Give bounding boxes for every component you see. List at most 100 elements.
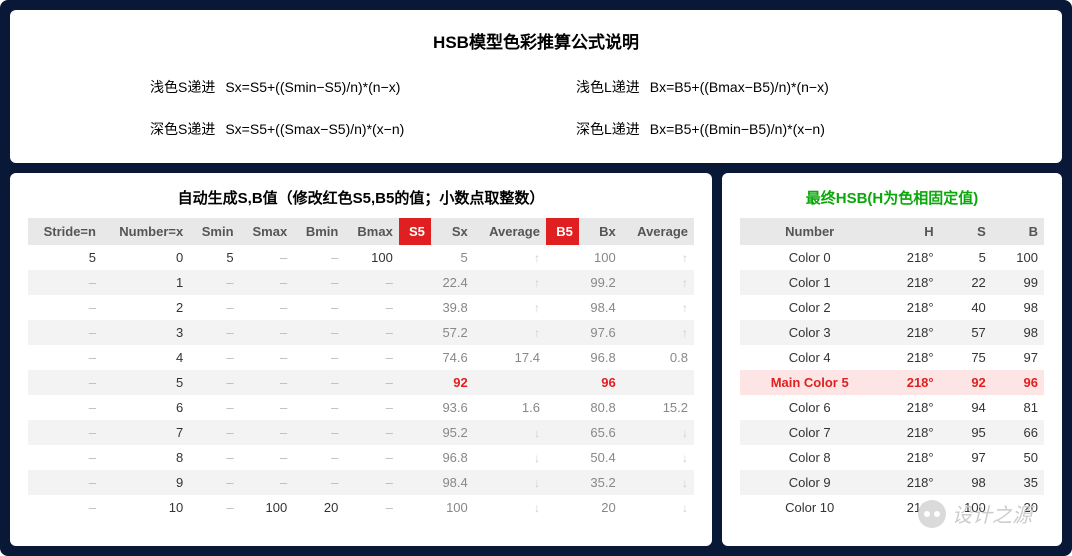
formula-grid: 浅色S递进 Sx=S5+((Smin−S5)/n)*(n−x) 浅色L递进 Bx… (40, 77, 1032, 139)
cell-bx: 98.4 (579, 295, 622, 320)
cell-b5 (546, 445, 579, 470)
cell-smax: – (240, 395, 294, 420)
cell-smin: – (189, 270, 239, 295)
cell-bx: 99.2 (579, 270, 622, 295)
cell-stride: – (28, 495, 102, 520)
cell-savg: ↓ (474, 420, 546, 445)
cell-smin: – (189, 345, 239, 370)
cell-s: 100 (940, 495, 992, 520)
cell-stride: 5 (28, 245, 102, 270)
cell-bx: 100 (579, 245, 622, 270)
formula-light-l: 浅色L递进 Bx=B5+((Bmax−B5)/n)*(n−x) (576, 77, 922, 97)
cell-bx: 20 (579, 495, 622, 520)
cell-savg (474, 370, 546, 395)
hsb-col-2: S (940, 218, 992, 245)
cell-sx: 22.4 (431, 270, 474, 295)
table-row: –9––––98.4↓35.2↓ (28, 470, 694, 495)
cell-b5 (546, 370, 579, 395)
cell-stride: – (28, 445, 102, 470)
cell-savg: 17.4 (474, 345, 546, 370)
cell-bmax: – (344, 270, 398, 295)
cell-name: Color 3 (740, 320, 879, 345)
cell-smax: – (240, 420, 294, 445)
cell-smax: – (240, 245, 294, 270)
cell-h: 218° (879, 370, 939, 395)
cell-s5 (399, 370, 431, 395)
cell-b: 81 (992, 395, 1044, 420)
cell-bavg: ↓ (622, 470, 694, 495)
cell-smax: – (240, 270, 294, 295)
table-row: Color 4218°7597 (740, 345, 1044, 370)
cell-bmin: – (293, 320, 344, 345)
table-row: Color 3218°5798 (740, 320, 1044, 345)
cell-h: 218° (879, 245, 939, 270)
cell-num: 0 (102, 245, 189, 270)
cell-s5 (399, 470, 431, 495)
table-row: Color 1218°2299 (740, 270, 1044, 295)
cell-name: Color 6 (740, 395, 879, 420)
cell-b: 50 (992, 445, 1044, 470)
cell-b: 96 (992, 370, 1044, 395)
cell-savg: ↑ (474, 245, 546, 270)
formula-dark-s: 深色S递进 Sx=S5+((Smax−S5)/n)*(x−n) (150, 119, 496, 139)
table-row: Color 8218°9750 (740, 445, 1044, 470)
cell-bavg: ↓ (622, 495, 694, 520)
cell-smax: – (240, 370, 294, 395)
table-row: –10–10020–100↓20↓ (28, 495, 694, 520)
cell-bmin: – (293, 295, 344, 320)
cell-savg: 1.6 (474, 395, 546, 420)
sb-col-9: B5 (546, 218, 579, 245)
cell-b: 66 (992, 420, 1044, 445)
cell-bx: 80.8 (579, 395, 622, 420)
cell-h: 218° (879, 395, 939, 420)
cell-smin: – (189, 370, 239, 395)
cell-s5 (399, 345, 431, 370)
sb-col-4: Bmin (293, 218, 344, 245)
cell-smax: – (240, 345, 294, 370)
cell-bavg: ↓ (622, 420, 694, 445)
table-row: Color 9218°9835 (740, 470, 1044, 495)
cell-smax: – (240, 445, 294, 470)
cell-bmin: – (293, 395, 344, 420)
table-row: –8––––96.8↓50.4↓ (28, 445, 694, 470)
table-row: Color 0218°5100 (740, 245, 1044, 270)
cell-num: 10 (102, 495, 189, 520)
cell-b: 98 (992, 320, 1044, 345)
cell-sx: 100 (431, 495, 474, 520)
cell-h: 218° (879, 345, 939, 370)
cell-b: 20 (992, 495, 1044, 520)
cell-s: 92 (940, 370, 992, 395)
cell-bmax: – (344, 295, 398, 320)
cell-bavg: ↑ (622, 295, 694, 320)
cell-savg: ↓ (474, 495, 546, 520)
cell-savg: ↓ (474, 470, 546, 495)
cell-sx: 96.8 (431, 445, 474, 470)
cell-s5 (399, 295, 431, 320)
cell-smin: – (189, 420, 239, 445)
cell-bmax: – (344, 320, 398, 345)
hsb-table-panel: 最终HSB(H为色相固定值) NumberHSB Color 0218°5100… (722, 173, 1062, 546)
table-row: –6––––93.61.680.815.2 (28, 395, 694, 420)
cell-smax: – (240, 470, 294, 495)
table-row: –3––––57.2↑97.6↑ (28, 320, 694, 345)
cell-b5 (546, 345, 579, 370)
sb-col-10: Bx (579, 218, 622, 245)
cell-b: 97 (992, 345, 1044, 370)
cell-sx: 95.2 (431, 420, 474, 445)
cell-smin: – (189, 320, 239, 345)
cell-smin: – (189, 395, 239, 420)
cell-s5 (399, 320, 431, 345)
cell-stride: – (28, 295, 102, 320)
cell-bavg: 0.8 (622, 345, 694, 370)
table-row: –1––––22.4↑99.2↑ (28, 270, 694, 295)
cell-bmax: – (344, 470, 398, 495)
cell-sx: 98.4 (431, 470, 474, 495)
formula-light-s: 浅色S递进 Sx=S5+((Smin−S5)/n)*(n−x) (150, 77, 496, 97)
cell-bavg: ↓ (622, 445, 694, 470)
cell-s: 95 (940, 420, 992, 445)
cell-b5 (546, 470, 579, 495)
cell-s: 5 (940, 245, 992, 270)
cell-name: Color 9 (740, 470, 879, 495)
cell-bmin: – (293, 445, 344, 470)
cell-name: Color 7 (740, 420, 879, 445)
